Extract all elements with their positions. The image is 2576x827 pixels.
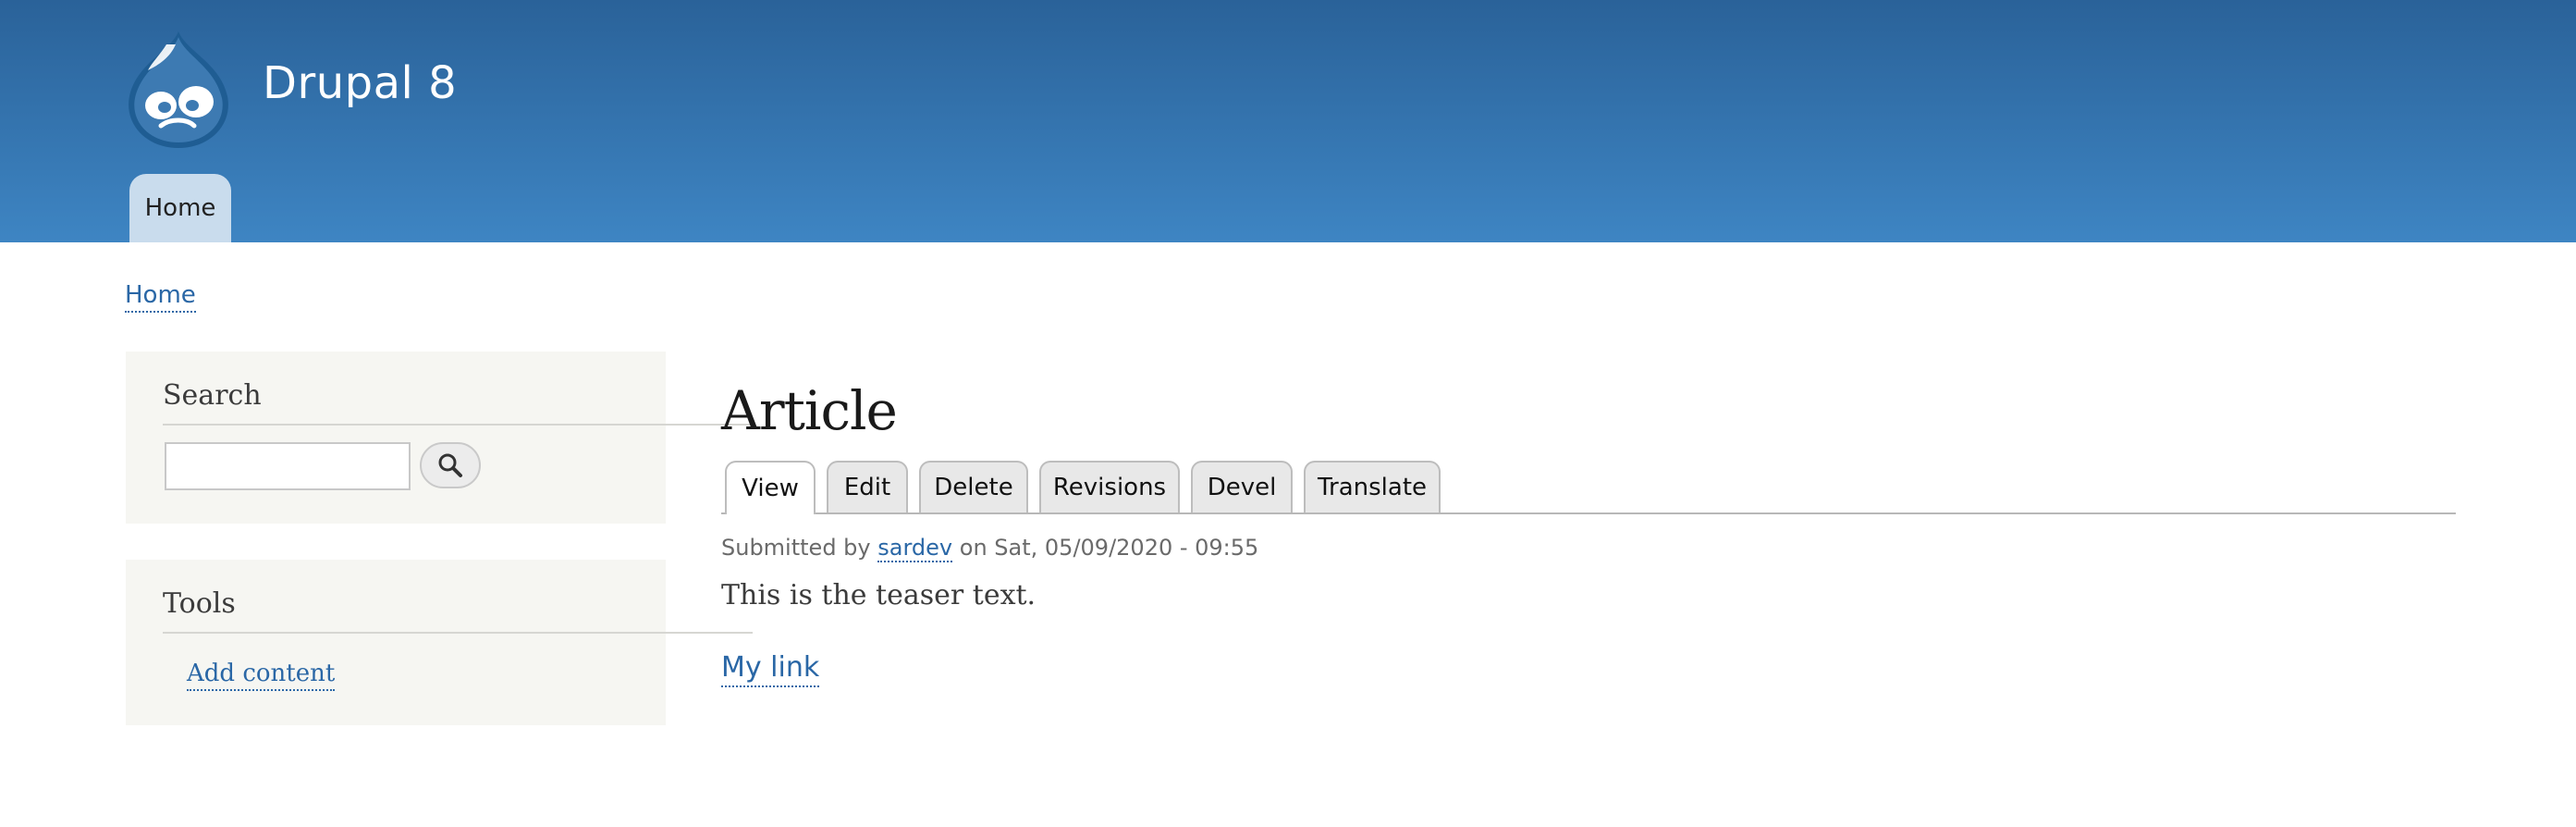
tab-delete[interactable]: Delete bbox=[919, 461, 1028, 512]
tab-translate[interactable]: Translate bbox=[1304, 461, 1441, 512]
tabs-divider bbox=[721, 512, 2456, 514]
teaser-text: This is the teaser text. bbox=[721, 579, 1037, 611]
search-button[interactable] bbox=[420, 442, 481, 488]
search-input[interactable] bbox=[165, 442, 411, 490]
tools-block-divider bbox=[163, 632, 753, 634]
search-block: Search bbox=[126, 352, 753, 524]
submitted-meta: Submitted by sardev on Sat, 05/09/2020 -… bbox=[721, 533, 1258, 562]
search-icon bbox=[438, 453, 462, 477]
tab-revisions[interactable]: Revisions bbox=[1039, 461, 1180, 512]
author-link[interactable]: sardev bbox=[877, 535, 953, 562]
tools-block: Tools Add content bbox=[126, 560, 753, 725]
submitted-prefix: Submitted by bbox=[721, 535, 871, 561]
nav-tab-home[interactable]: Home bbox=[129, 174, 231, 242]
site-header: Drupal 8 Home bbox=[0, 0, 2576, 242]
search-block-divider bbox=[163, 424, 753, 426]
tab-edit[interactable]: Edit bbox=[827, 461, 908, 512]
search-block-title: Search bbox=[163, 379, 262, 412]
submitted-date: on Sat, 05/09/2020 - 09:55 bbox=[959, 535, 1259, 561]
local-tasks-tabs: View Edit Delete Revisions Devel Transla… bbox=[725, 461, 2456, 514]
my-link[interactable]: My link bbox=[721, 650, 820, 687]
site-name[interactable]: Drupal 8 bbox=[263, 54, 457, 113]
drupal-logo-icon[interactable] bbox=[124, 26, 233, 150]
tab-devel[interactable]: Devel bbox=[1191, 461, 1293, 512]
breadcrumb-home[interactable]: Home bbox=[125, 279, 196, 313]
page-title: Article bbox=[721, 379, 898, 442]
add-content-link[interactable]: Add content bbox=[187, 658, 336, 691]
tab-view[interactable]: View bbox=[725, 461, 816, 514]
tools-block-title: Tools bbox=[163, 587, 236, 620]
